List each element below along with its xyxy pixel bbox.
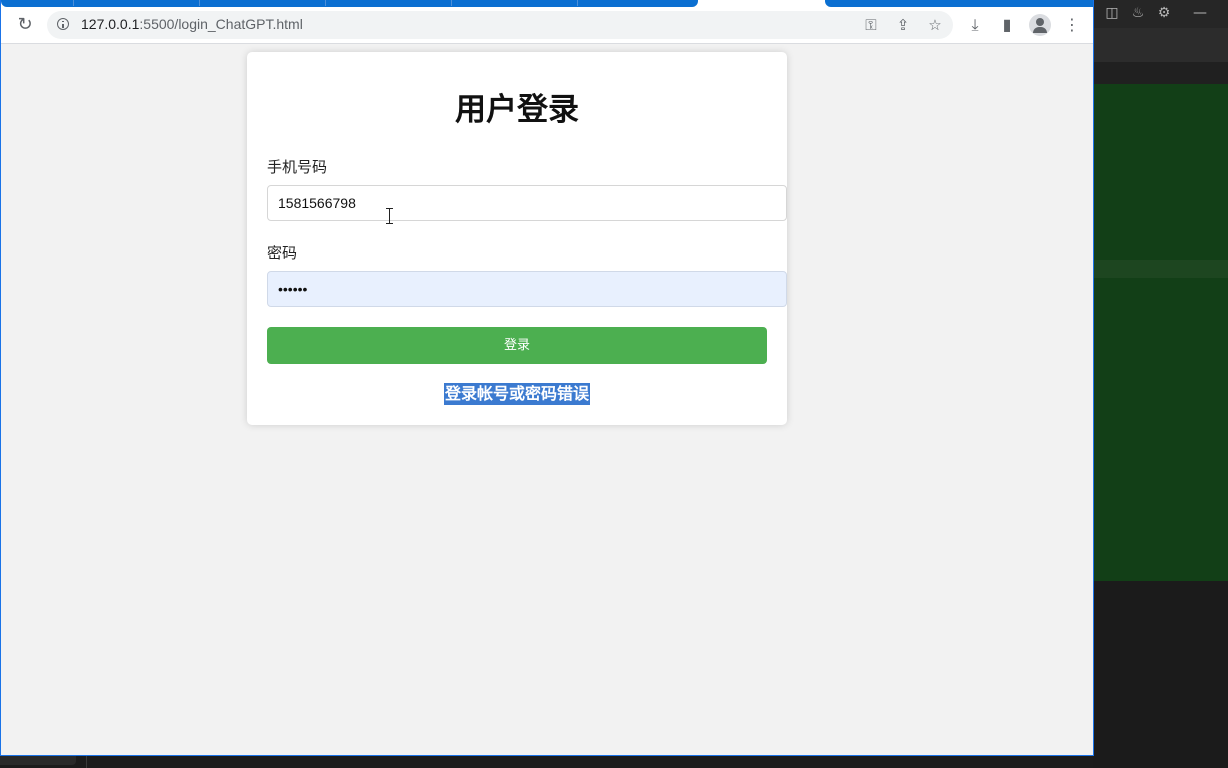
phone-input[interactable]: 1581566798 [267, 185, 787, 221]
tab-divider [199, 0, 200, 6]
background-app-current-line [1094, 260, 1228, 278]
reload-icon[interactable]: ↻ [13, 14, 37, 36]
url-text[interactable]: 127.0.0.1:5500/login_ChatGPT.html [81, 16, 303, 32]
settings-icon[interactable]: ⚙ [1155, 4, 1173, 22]
taskbar-divider [86, 756, 87, 768]
page-viewport: 用户登录 手机号码 1581566798 密码 •••••• 登录 登录帐号或密… [1, 44, 1093, 755]
key-icon[interactable]: ⚿ [861, 15, 881, 35]
login-card: 用户登录 手机号码 1581566798 密码 •••••• 登录 登录帐号或密… [247, 52, 787, 425]
tab-strip-inactive-tabs-right[interactable] [825, 0, 1093, 7]
background-app-window: ◫ ♨ ⚙ — [1093, 0, 1228, 768]
download-icon[interactable]: ⤓ [964, 14, 986, 36]
background-app-tabbar [1093, 28, 1228, 62]
tab-divider [325, 0, 326, 6]
url-host: 127.0.0.1 [81, 16, 140, 32]
bookmark-star-icon[interactable]: ☆ [925, 15, 945, 35]
background-app-titlebar: ◫ ♨ ⚙ — [1093, 0, 1228, 28]
password-input[interactable]: •••••• [267, 271, 787, 307]
layout-icon[interactable]: ◫ [1103, 4, 1121, 22]
tab-divider [451, 0, 452, 6]
taskbar-item[interactable] [0, 756, 76, 765]
tab-strip-inactive-tabs[interactable] [1, 0, 698, 7]
page-title: 用户登录 [455, 92, 579, 128]
background-app-panel [1093, 581, 1228, 768]
background-app-breadcrumb [1093, 62, 1228, 84]
browser-window: ↻ 127.0.0.1:5500/login_ChatGPT.html ⚿ ⇪ … [0, 0, 1094, 756]
phone-label: 手机号码 [267, 158, 328, 176]
profile-avatar-icon[interactable] [1029, 14, 1051, 36]
login-button[interactable]: 登录 [267, 327, 767, 364]
tab-divider [577, 0, 578, 6]
error-message: 登录帐号或密码错误 [247, 383, 787, 405]
password-label: 密码 [267, 244, 298, 262]
url-path: :5500/login_ChatGPT.html [139, 16, 303, 32]
share-icon[interactable]: ⇪ [893, 15, 913, 35]
text-cursor-icon [386, 208, 393, 224]
error-message-text: 登录帐号或密码错误 [443, 383, 590, 405]
browser-toolbar: ↻ 127.0.0.1:5500/login_ChatGPT.html ⚿ ⇪ … [1, 7, 1093, 44]
background-app-editor-region [1094, 84, 1228, 260]
minimize-icon[interactable]: — [1191, 4, 1209, 22]
tab-divider [73, 0, 74, 6]
flame-icon[interactable]: ♨ [1129, 4, 1147, 22]
taskbar [0, 756, 1093, 768]
address-bar[interactable]: 127.0.0.1:5500/login_ChatGPT.html ⚿ ⇪ ☆ [47, 11, 953, 39]
tab-strip [1, 0, 1093, 7]
background-app-editor-region-lower [1094, 278, 1228, 581]
side-panel-icon[interactable]: ▮ [996, 14, 1018, 36]
site-info-icon[interactable] [57, 18, 69, 30]
menu-icon[interactable]: ⋮ [1061, 14, 1083, 36]
